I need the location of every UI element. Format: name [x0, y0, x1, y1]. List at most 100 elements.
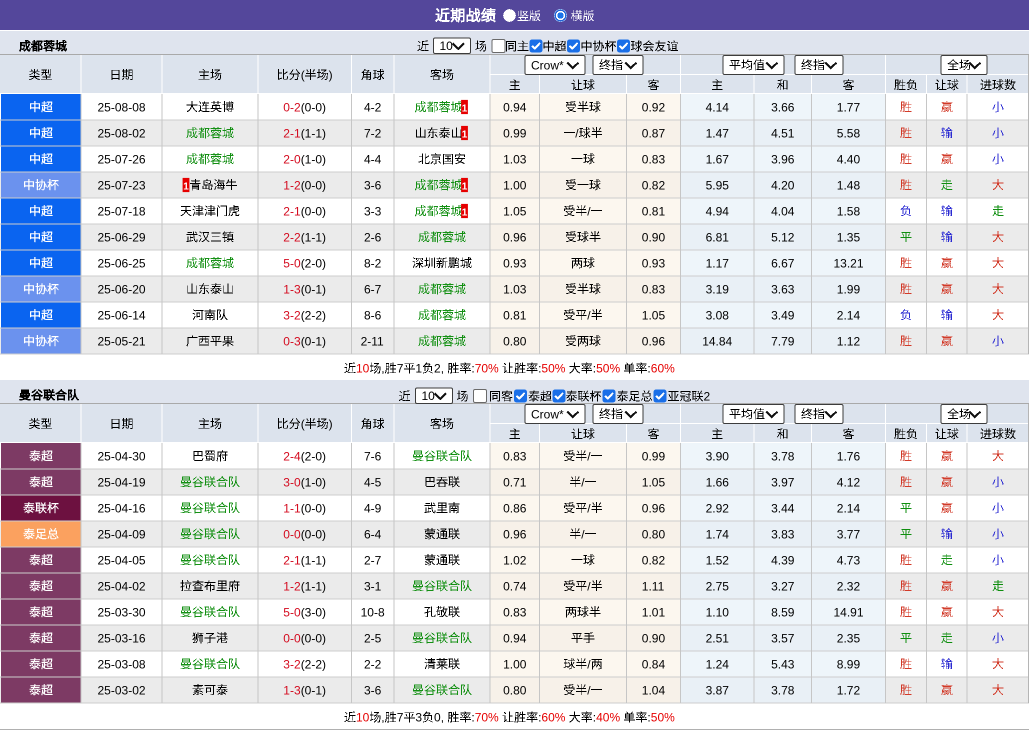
svg-text:1.67: 1.67	[706, 152, 730, 166]
svg-text:4.40: 4.40	[837, 152, 861, 166]
svg-text:60%: 60%	[651, 362, 675, 376]
svg-text:1: 1	[462, 207, 468, 218]
svg-text:25-04-16: 25-04-16	[98, 501, 146, 515]
svg-text:0.99: 0.99	[642, 449, 666, 463]
svg-text:1-3: 1-3	[283, 683, 301, 697]
svg-text:10: 10	[440, 39, 454, 53]
svg-text:(1-1): (1-1)	[301, 230, 326, 244]
svg-text:6-7: 6-7	[364, 282, 382, 296]
svg-text:3.77: 3.77	[837, 527, 861, 541]
svg-text:10: 10	[422, 389, 436, 403]
svg-text:1: 1	[462, 103, 468, 114]
svg-text:(2-0): (2-0)	[301, 256, 326, 270]
svg-text:1.72: 1.72	[837, 683, 861, 697]
svg-text:50%: 50%	[651, 711, 675, 725]
svg-text:0-2: 0-2	[283, 100, 301, 114]
svg-text:4.04: 4.04	[771, 204, 795, 218]
svg-text:(1-1): (1-1)	[301, 126, 326, 140]
svg-text:2.14: 2.14	[837, 501, 861, 515]
svg-text:1.00: 1.00	[503, 178, 527, 192]
svg-text:): )	[329, 68, 333, 82]
svg-text:60%: 60%	[541, 711, 565, 725]
svg-text:3: 3	[415, 711, 422, 725]
svg-text:1.12: 1.12	[837, 334, 861, 348]
svg-text:7: 7	[397, 362, 404, 376]
svg-text:1.99: 1.99	[837, 282, 861, 296]
svg-text:1.01: 1.01	[642, 605, 666, 619]
svg-text:(1-0): (1-0)	[301, 152, 326, 166]
svg-text:0.86: 0.86	[503, 501, 527, 515]
svg-text:1.00: 1.00	[503, 657, 527, 671]
svg-text:25-08-08: 25-08-08	[98, 100, 146, 114]
svg-text:0-3: 0-3	[283, 334, 301, 348]
svg-text:0.71: 0.71	[503, 475, 527, 489]
svg-text:2-4: 2-4	[283, 449, 301, 463]
svg-text:1.47: 1.47	[706, 126, 730, 140]
svg-text:4.39: 4.39	[771, 553, 795, 567]
svg-text:5.58: 5.58	[837, 126, 861, 140]
svg-text:(1-1): (1-1)	[301, 553, 326, 567]
svg-text:6-4: 6-4	[364, 527, 382, 541]
svg-text:0.84: 0.84	[642, 657, 666, 671]
svg-text:1.58: 1.58	[837, 204, 861, 218]
svg-text:25-04-30: 25-04-30	[98, 449, 146, 463]
svg-text:1.52: 1.52	[706, 553, 730, 567]
svg-text:(0-0): (0-0)	[301, 631, 326, 645]
svg-text:25-05-21: 25-05-21	[98, 334, 146, 348]
svg-text:4.51: 4.51	[771, 126, 795, 140]
svg-text:(2-0): (2-0)	[301, 449, 326, 463]
svg-text:4.94: 4.94	[706, 204, 730, 218]
svg-text:Crow*: Crow*	[531, 58, 564, 72]
svg-text:,: ,	[441, 362, 444, 376]
svg-text:3.83: 3.83	[771, 527, 795, 541]
svg-text:4-2: 4-2	[364, 100, 382, 114]
svg-text:50%: 50%	[596, 362, 620, 376]
svg-text:25-06-25: 25-06-25	[98, 256, 146, 270]
svg-text:1.35: 1.35	[837, 230, 861, 244]
svg-text:0.80: 0.80	[503, 334, 527, 348]
svg-text:0.90: 0.90	[642, 631, 666, 645]
svg-text:1.66: 1.66	[706, 475, 730, 489]
svg-text:0.87: 0.87	[642, 126, 666, 140]
svg-text:7-6: 7-6	[364, 449, 382, 463]
svg-text:3.97: 3.97	[771, 475, 795, 489]
svg-text:70%: 70%	[475, 711, 499, 725]
svg-text:(0-1): (0-1)	[301, 282, 326, 296]
svg-text:1: 1	[415, 362, 422, 376]
svg-text:10: 10	[356, 362, 370, 376]
svg-text:25-03-30: 25-03-30	[98, 605, 146, 619]
svg-text:2-7: 2-7	[364, 553, 382, 567]
svg-text:1.11: 1.11	[642, 579, 665, 593]
svg-text:0.99: 0.99	[503, 126, 527, 140]
svg-text:5.12: 5.12	[771, 230, 795, 244]
svg-text:3-0: 3-0	[283, 475, 301, 489]
svg-text:(2-2): (2-2)	[301, 308, 326, 322]
svg-text:4-9: 4-9	[364, 501, 382, 515]
svg-text:0.96: 0.96	[642, 334, 666, 348]
svg-text:1-1: 1-1	[283, 501, 301, 515]
svg-text:0.83: 0.83	[503, 449, 527, 463]
svg-text:1: 1	[462, 181, 468, 192]
svg-text:14.84: 14.84	[702, 334, 732, 348]
svg-text:4.14: 4.14	[706, 100, 730, 114]
svg-text:0.83: 0.83	[642, 152, 666, 166]
svg-text:4.73: 4.73	[837, 553, 861, 567]
svg-text:0.81: 0.81	[503, 308, 527, 322]
svg-text:,: ,	[381, 711, 384, 725]
svg-text:25-08-02: 25-08-02	[98, 126, 146, 140]
svg-text:(0-1): (0-1)	[301, 683, 326, 697]
svg-text:4-4: 4-4	[364, 152, 382, 166]
svg-text:3-6: 3-6	[364, 683, 382, 697]
svg-text:2-6: 2-6	[364, 230, 382, 244]
svg-text:3.87: 3.87	[706, 683, 730, 697]
svg-text:2-2: 2-2	[364, 657, 382, 671]
svg-text:3.66: 3.66	[771, 100, 795, 114]
svg-text:(3-0): (3-0)	[301, 605, 326, 619]
svg-text:(0-0): (0-0)	[301, 204, 326, 218]
svg-text:3.57: 3.57	[771, 631, 795, 645]
svg-text:3.19: 3.19	[706, 282, 730, 296]
svg-text:7.79: 7.79	[771, 334, 795, 348]
svg-text:8-6: 8-6	[364, 308, 382, 322]
svg-text:2-2: 2-2	[283, 230, 301, 244]
svg-text:2-1: 2-1	[283, 126, 301, 140]
